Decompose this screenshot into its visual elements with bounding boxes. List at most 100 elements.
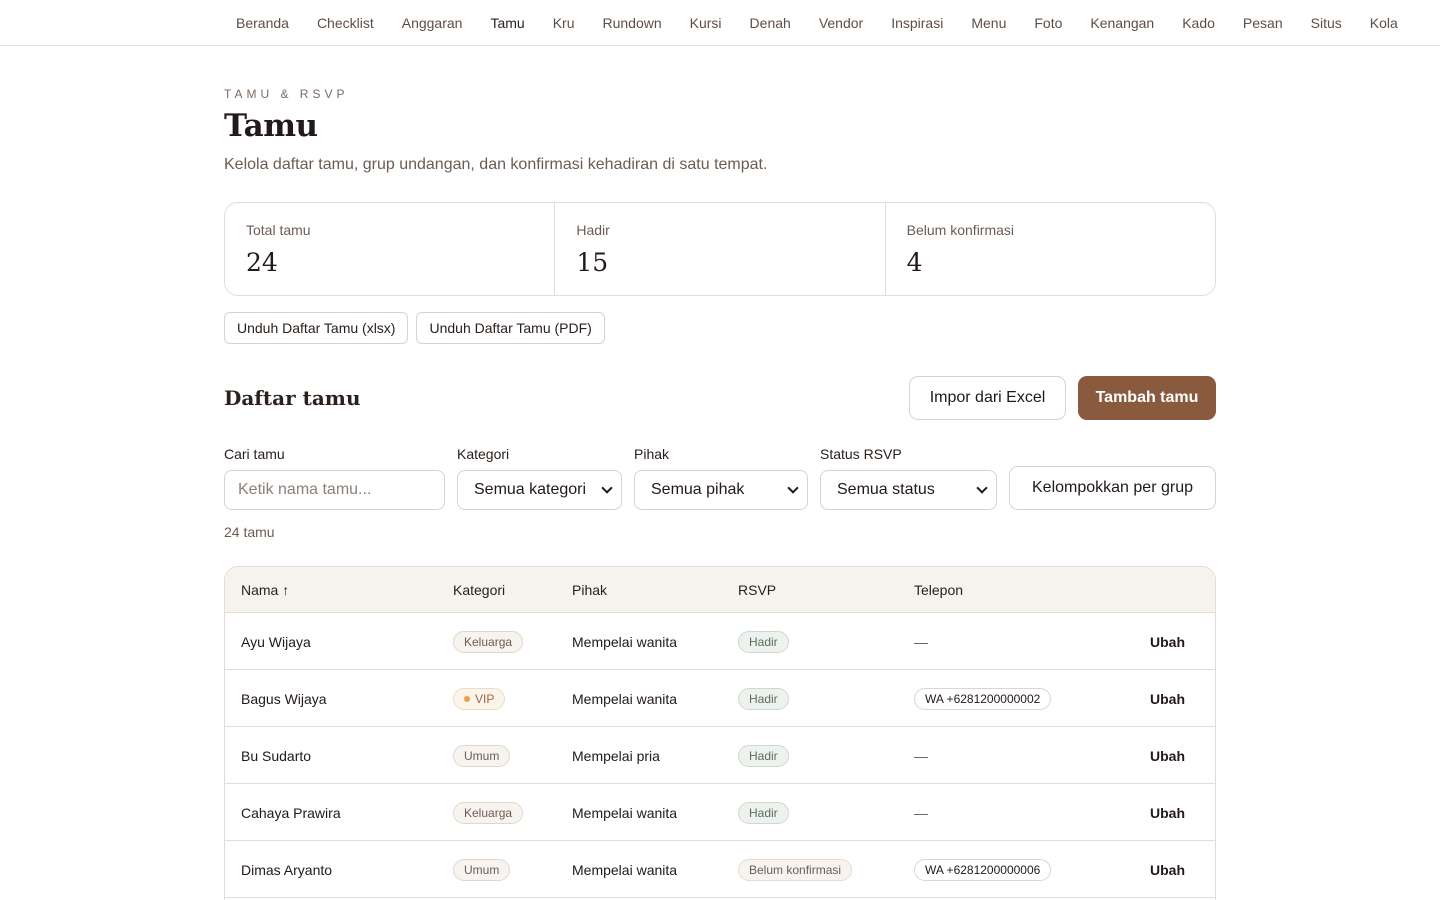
rsvp-cell: Belum konfirmasi — [738, 841, 853, 898]
nav-item-denah[interactable]: Denah — [736, 0, 805, 45]
table-header: Nama ↑ Kategori Pihak RSVP Telepon — [225, 567, 1215, 613]
rsvp-cell: Hadir — [738, 613, 789, 670]
guest-name: Ayu Wijaya — [241, 633, 311, 650]
guest-name: Dimas Aryanto — [241, 861, 333, 878]
phone-cell: — — [914, 804, 928, 821]
export-actions: Unduh Daftar Tamu (xlsx) Unduh Daftar Ta… — [224, 312, 605, 344]
nav-item-foto[interactable]: Foto — [1020, 0, 1076, 45]
stat-unconfirmed: Belum konfirmasi 4 — [886, 203, 1215, 295]
side-select-value: Semua pihak — [651, 481, 745, 498]
phone-cell: — — [914, 633, 928, 650]
edit-button[interactable]: Ubah — [1150, 748, 1185, 764]
download-pdf-button[interactable]: Unduh Daftar Tamu (PDF) — [416, 312, 605, 344]
side-select[interactable]: Semua pihak — [634, 470, 808, 510]
stat-label: Hadir — [576, 222, 610, 238]
side-cell: Mempelai wanita — [572, 861, 678, 878]
whatsapp-phone-link[interactable]: WA +6281200000006 — [914, 858, 1052, 881]
side-cell: Mempelai wanita — [572, 804, 678, 821]
category-badge: Keluarga — [453, 630, 524, 653]
category-select[interactable]: Semua kategori — [457, 470, 622, 510]
status-label: Status RSVP — [820, 446, 902, 462]
nav-item-kola[interactable]: Kola — [1356, 0, 1412, 45]
group-by-button[interactable]: Kelompokkan per grup — [1009, 466, 1216, 510]
side-cell: Mempelai wanita — [572, 633, 678, 650]
column-header-phone: Telepon — [914, 582, 964, 598]
rsvp-cell: Hadir — [738, 727, 789, 784]
nav-item-menu[interactable]: Menu — [957, 0, 1020, 45]
edit-button[interactable]: Ubah — [1150, 691, 1185, 707]
chevron-down-icon — [787, 482, 799, 494]
nav-item-pesan[interactable]: Pesan — [1229, 0, 1297, 45]
table-row: Bu Sudarto Umum Mempelai pria Hadir — Ub… — [225, 727, 1215, 784]
edit-button[interactable]: Ubah — [1150, 634, 1185, 650]
category-badge: Keluarga — [453, 801, 524, 824]
edit-button[interactable]: Ubah — [1150, 862, 1185, 878]
nav-item-kursi[interactable]: Kursi — [676, 0, 736, 45]
nav-item-tamu[interactable]: Tamu — [476, 0, 538, 45]
stat-value: 15 — [576, 248, 609, 277]
nav-item-rundown[interactable]: Rundown — [588, 0, 675, 45]
nav-item-anggaran[interactable]: Anggaran — [388, 0, 477, 45]
nav-item-beranda[interactable]: Beranda — [222, 0, 303, 45]
nav-item-vendor[interactable]: Vendor — [805, 0, 877, 45]
search-label: Cari tamu — [224, 446, 285, 462]
edit-cell: Ubah — [1150, 784, 1185, 841]
rsvp-badge: Hadir — [738, 687, 789, 710]
page-eyebrow: TAMU & RSVP — [224, 87, 349, 101]
edit-button[interactable]: Ubah — [1150, 805, 1185, 821]
add-guest-button[interactable]: Tambah tamu — [1078, 376, 1216, 420]
page-title: Tamu — [224, 108, 318, 144]
stat-value: 24 — [246, 248, 278, 277]
edit-cell: Ubah — [1150, 613, 1185, 670]
nav-item-checklist[interactable]: Checklist — [303, 0, 388, 45]
nav-item-inspirasi[interactable]: Inspirasi — [877, 0, 957, 45]
guest-count: 24 tamu — [224, 524, 275, 540]
table-row: Dimas Aryanto Umum Mempelai wanita Belum… — [225, 841, 1215, 898]
nav-item-kenangan[interactable]: Kenangan — [1076, 0, 1168, 45]
category-cell: VIP — [453, 670, 506, 727]
rsvp-badge: Hadir — [738, 744, 789, 767]
stats-card: Total tamu 24 Hadir 15 Belum konfirmasi … — [224, 202, 1216, 296]
guest-name: Bagus Wijaya — [241, 690, 327, 707]
stat-value: 4 — [906, 248, 923, 277]
category-label: Kategori — [457, 446, 510, 462]
nav-item-kado[interactable]: Kado — [1168, 0, 1229, 45]
guest-table: Nama ↑ Kategori Pihak RSVP Telepon Ayu W… — [224, 566, 1216, 900]
guest-name: Cahaya Prawira — [241, 804, 341, 821]
edit-cell: Ubah — [1150, 841, 1185, 898]
side-cell: Mempelai pria — [572, 747, 660, 764]
edit-cell: Ubah — [1150, 670, 1185, 727]
rsvp-cell: Hadir — [738, 784, 789, 841]
status-select[interactable]: Semua status — [820, 470, 997, 510]
phone-cell: WA +6281200000002 — [914, 670, 1052, 727]
search-input[interactable]: Ketik nama tamu... — [224, 470, 445, 510]
category-badge: Umum — [453, 858, 511, 881]
top-nav: Beranda Checklist Anggaran Tamu Kru Rund… — [0, 0, 1440, 46]
category-cell: Keluarga — [453, 784, 524, 841]
chevron-down-icon — [601, 482, 613, 494]
column-header-category: Kategori — [453, 582, 506, 598]
guest-list-title: Daftar tamu — [224, 386, 361, 410]
rsvp-badge: Hadir — [738, 630, 789, 653]
category-cell: Umum — [453, 841, 511, 898]
nav-item-situs[interactable]: Situs — [1297, 0, 1356, 45]
table-row: Ayu Wijaya Keluarga Mempelai wanita Hadi… — [225, 613, 1215, 670]
stat-label: Belum konfirmasi — [906, 222, 1015, 238]
category-cell: Keluarga — [453, 613, 524, 670]
side-label: Pihak — [634, 446, 670, 462]
nav-item-kru[interactable]: Kru — [539, 0, 589, 45]
category-badge: Umum — [453, 744, 511, 767]
stat-attending: Hadir 15 — [555, 203, 886, 295]
download-xlsx-button[interactable]: Unduh Daftar Tamu (xlsx) — [224, 312, 409, 344]
column-header-name[interactable]: Nama ↑ — [241, 567, 289, 613]
rsvp-badge: Hadir — [738, 801, 789, 824]
side-cell: Mempelai wanita — [572, 690, 678, 707]
import-excel-button[interactable]: Impor dari Excel — [909, 376, 1066, 420]
whatsapp-phone-link[interactable]: WA +6281200000002 — [914, 687, 1052, 710]
vip-dot-icon — [464, 695, 470, 702]
stat-label: Total tamu — [246, 222, 311, 238]
rsvp-cell: Hadir — [738, 670, 789, 727]
edit-cell: Ubah — [1150, 727, 1185, 784]
chevron-down-icon — [976, 482, 988, 494]
phone-cell: — — [914, 747, 928, 764]
